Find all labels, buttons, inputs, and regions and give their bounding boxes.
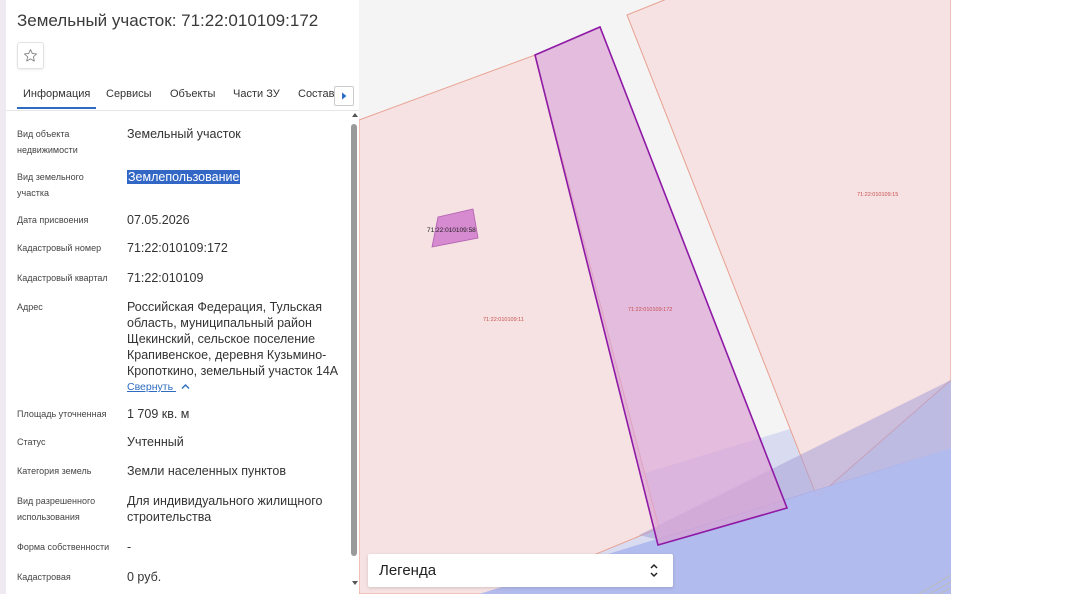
legend-label: Легенда <box>379 562 437 579</box>
scrollbar-thumb[interactable] <box>351 124 357 556</box>
permitted-use-value: Для индивидуального жилищного строительс… <box>127 494 323 524</box>
category-label: Категория земель <box>17 466 92 476</box>
bottom-bar <box>0 594 1073 610</box>
scroll-up-arrow-icon[interactable] <box>351 112 359 118</box>
collapse-link[interactable]: Свернуть <box>127 381 190 393</box>
parcel-type-value-wrapper: Землепользование <box>127 169 339 185</box>
date-label: Дата присвоения <box>17 215 89 225</box>
tab-composition[interactable]: Состав <box>298 88 334 100</box>
triangle-right-icon <box>342 92 347 100</box>
address-label: Адрес <box>17 302 43 312</box>
favorite-button[interactable] <box>17 42 44 69</box>
collapse-label: Свернуть <box>127 381 174 393</box>
info-list: Вид объекта недвижимости Земельный участ… <box>6 112 348 594</box>
panel-scrollbar[interactable] <box>351 113 359 592</box>
status-value: Учтенный <box>127 435 184 449</box>
date-value: 07.05.2026 <box>127 213 190 227</box>
category-value: Земли населенных пунктов <box>127 464 286 478</box>
parcel-type-value[interactable]: Землепользование <box>127 170 241 184</box>
label-parcel-172: 71:22:010109:172 <box>628 307 672 313</box>
area-value: 1 709 кв. м <box>127 407 190 421</box>
up-down-arrows-icon <box>650 563 658 578</box>
permitted-use-label: Вид разрешенного использования <box>17 496 96 522</box>
ownership-value: - <box>127 540 132 554</box>
tab-scroll-right-button[interactable] <box>334 86 354 106</box>
info-panel: Земельный участок: 71:22:010109:172 Инфо… <box>6 0 359 594</box>
label-parcel-58: 71:22:010109:58 <box>427 227 476 234</box>
area-label: Площадь уточненная <box>17 409 107 419</box>
cad-value-label: Кадастровая <box>17 572 71 582</box>
cad-number-value: 71:22:010109:172 <box>127 241 228 255</box>
ownership-label: Форма собственности <box>17 542 110 552</box>
scroll-down-arrow-icon[interactable] <box>351 580 359 586</box>
status-label: Статус <box>17 437 46 447</box>
cad-quarter-label: Кадастровый квартал <box>17 273 108 283</box>
legend-dropdown[interactable]: Легенда <box>368 554 673 587</box>
label-parcel-15: 71:22:010109:15 <box>857 192 898 198</box>
star-icon <box>23 49 38 62</box>
chevron-up-icon <box>181 384 190 389</box>
object-type-label: Вид объекта недвижимости <box>17 129 78 155</box>
tab-objects[interactable]: Объекты <box>170 88 215 100</box>
cad-quarter-value: 71:22:010109 <box>127 271 204 285</box>
cad-value-value: 0 руб. <box>127 570 162 584</box>
parcel-type-label: Вид земельного участка <box>17 172 84 198</box>
map-canvas[interactable]: 71:22:010109:58 71:22:010109:11 71:22:01… <box>359 0 951 594</box>
address-value: Российская Федерация, Тульская область, … <box>127 300 339 378</box>
map-view[interactable]: 71:22:010109:58 71:22:010109:11 71:22:01… <box>359 0 951 594</box>
tab-parcel-parts[interactable]: Части ЗУ <box>233 88 280 100</box>
tab-information[interactable]: Информация <box>16 88 97 109</box>
tab-services[interactable]: Сервисы <box>106 88 152 100</box>
object-type-value: Земельный участок <box>127 127 241 141</box>
page-title: Земельный участок: 71:22:010109:172 <box>17 11 319 30</box>
tab-bar: Информация Сервисы Объекты Части ЗУ Сост… <box>6 80 359 111</box>
label-parcel-11: 71:22:010109:11 <box>483 317 524 323</box>
cad-number-label: Кадастровый номер <box>17 243 102 253</box>
